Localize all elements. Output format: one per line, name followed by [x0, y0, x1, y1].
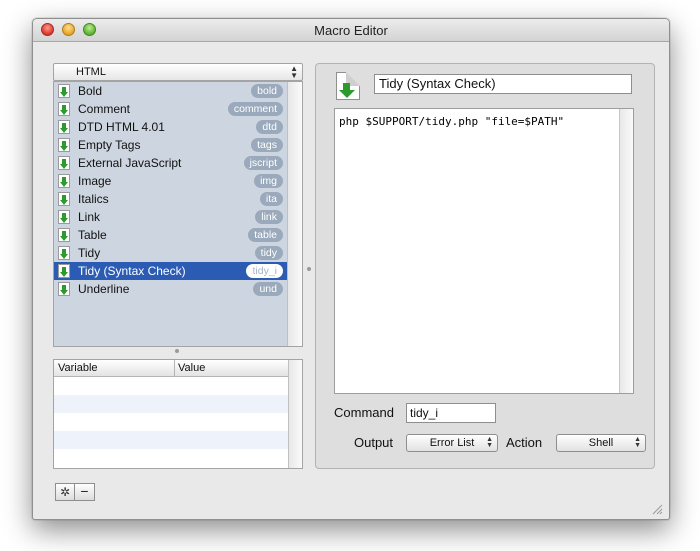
macro-shortcut-badge: img — [254, 174, 283, 188]
updown-arrows-icon: ▲ ▼ — [290, 64, 298, 80]
macro-code-text[interactable]: php $SUPPORT/tidy.php "file=$PATH" — [339, 115, 564, 128]
macro-label: Underline — [78, 282, 130, 296]
macro-editor-window: Macro Editor HTML ▲ ▼ Underline und Tidy (S… — [32, 18, 670, 520]
macro-label: Bold — [78, 84, 103, 98]
macro-shortcut-badge: comment — [227, 102, 283, 116]
gear-menu-button[interactable]: ✲ — [55, 483, 75, 501]
macro-list-item[interactable]: Tidy tidy — [54, 244, 287, 262]
macro-code-editor[interactable]: php $SUPPORT/tidy.php "file=$PATH" — [334, 108, 634, 394]
variable-row[interactable] — [54, 449, 288, 467]
macro-list-item[interactable]: External JavaScript jscript — [54, 154, 287, 172]
macro-label: DTD HTML 4.01 — [78, 120, 165, 134]
macro-list-item[interactable]: DTD HTML 4.01 dtd — [54, 118, 287, 136]
macro-shortcut-badge: bold — [251, 84, 283, 98]
macro-label: Italics — [78, 192, 109, 206]
macro-label: Tidy (Syntax Check) — [78, 264, 186, 278]
resize-grip-icon[interactable] — [651, 503, 663, 515]
macro-shortcut-badge: link — [255, 210, 283, 224]
macro-label: Tidy — [78, 246, 101, 260]
macro-shortcut-badge: tags — [251, 138, 283, 152]
column-header-value[interactable]: Value — [178, 360, 205, 376]
macro-list-item[interactable]: Underline und — [54, 280, 287, 298]
macro-arrow-icon — [58, 84, 70, 98]
macro-document-icon — [336, 72, 360, 100]
window-title: Macro Editor — [314, 23, 388, 38]
variables-table-header: Variable Value — [54, 360, 288, 377]
macro-arrow-icon — [58, 156, 70, 170]
macro-shortcut-badge: dtd — [256, 120, 283, 134]
macro-shortcut-badge: tidy_i — [246, 264, 283, 278]
minus-icon: − — [80, 483, 89, 499]
macro-name-field[interactable]: Tidy (Syntax Check) — [374, 74, 632, 94]
macro-label: External JavaScript — [78, 156, 182, 170]
arrow-head — [339, 90, 355, 98]
macro-arrow-icon — [58, 174, 70, 188]
macro-shortcut-badge: ita — [259, 192, 283, 206]
updown-arrows-icon: ▲ ▼ — [486, 436, 493, 449]
macro-label: Table — [78, 228, 107, 242]
macro-list-item[interactable]: Comment comment — [54, 100, 287, 118]
updown-arrows-icon: ▲ ▼ — [634, 436, 641, 449]
macro-detail-panel: Tidy (Syntax Check) php $SUPPORT/tidy.ph… — [315, 63, 655, 469]
variable-row[interactable] — [54, 395, 288, 413]
horizontal-split-handle[interactable] — [175, 349, 179, 353]
macro-group-popup[interactable]: HTML ▲ ▼ — [53, 63, 303, 81]
action-value: Shell — [588, 437, 614, 449]
output-label: Output — [354, 435, 394, 450]
macro-label: Empty Tags — [78, 138, 141, 152]
macro-label: Comment — [78, 102, 131, 116]
macro-list-item[interactable]: Tidy (Syntax Check) tidy_i — [54, 262, 287, 280]
macro-arrow-icon — [58, 120, 70, 134]
gear-icon: ✲ — [59, 485, 71, 499]
output-popup[interactable]: Error List ▲ ▼ — [406, 434, 498, 452]
macro-arrow-icon — [58, 102, 70, 116]
macro-label: Image — [78, 174, 112, 188]
macro-label: Link — [78, 210, 101, 224]
variables-scrollbar[interactable] — [288, 360, 302, 468]
macro-arrow-icon — [58, 246, 70, 260]
macro-list-item[interactable]: Link link — [54, 208, 287, 226]
action-popup[interactable]: Shell ▲ ▼ — [556, 434, 646, 452]
macro-list-item[interactable]: Empty Tags tags — [54, 136, 287, 154]
macro-list-panel: HTML ▲ ▼ Underline und Tidy (Syntax Check) t… — [53, 63, 303, 473]
macro-shortcut-badge: table — [248, 228, 283, 242]
command-label: Command — [334, 405, 394, 420]
variable-row[interactable] — [54, 413, 288, 431]
macro-list-scrollbar[interactable] — [287, 82, 302, 346]
vertical-split-handle[interactable] — [307, 267, 311, 271]
macro-arrow-icon — [58, 228, 70, 242]
macro-list-item[interactable]: Italics ita — [54, 190, 287, 208]
macro-list: Underline und Tidy (Syntax Check) tidy_i Tid… — [53, 81, 303, 347]
remove-macro-button[interactable]: − — [75, 483, 95, 501]
macro-list-item[interactable]: Table table — [54, 226, 287, 244]
macro-list-item[interactable]: Bold bold — [54, 82, 287, 100]
column-header-variable[interactable]: Variable — [58, 360, 98, 376]
macro-arrow-icon — [58, 138, 70, 152]
macro-arrow-icon — [58, 282, 70, 296]
column-separator — [174, 360, 175, 376]
editor-scrollbar[interactable] — [619, 109, 633, 393]
action-label: Action — [506, 435, 543, 450]
variable-row[interactable] — [54, 431, 288, 449]
variables-table: Variable Value — [53, 359, 303, 469]
macro-group-label: HTML — [76, 66, 106, 78]
title-bar[interactable]: Macro Editor — [33, 19, 669, 42]
macro-list-item[interactable]: Image img — [54, 172, 287, 190]
command-field[interactable]: tidy_i — [406, 403, 496, 423]
macro-arrow-icon — [58, 264, 70, 278]
macro-arrow-icon — [58, 210, 70, 224]
macro-shortcut-badge: und — [253, 282, 283, 296]
macro-arrow-icon — [58, 192, 70, 206]
output-value: Error List — [429, 437, 475, 449]
variable-row[interactable] — [54, 377, 288, 395]
macro-shortcut-badge: tidy — [254, 246, 283, 260]
macro-shortcut-badge: jscript — [243, 156, 283, 170]
